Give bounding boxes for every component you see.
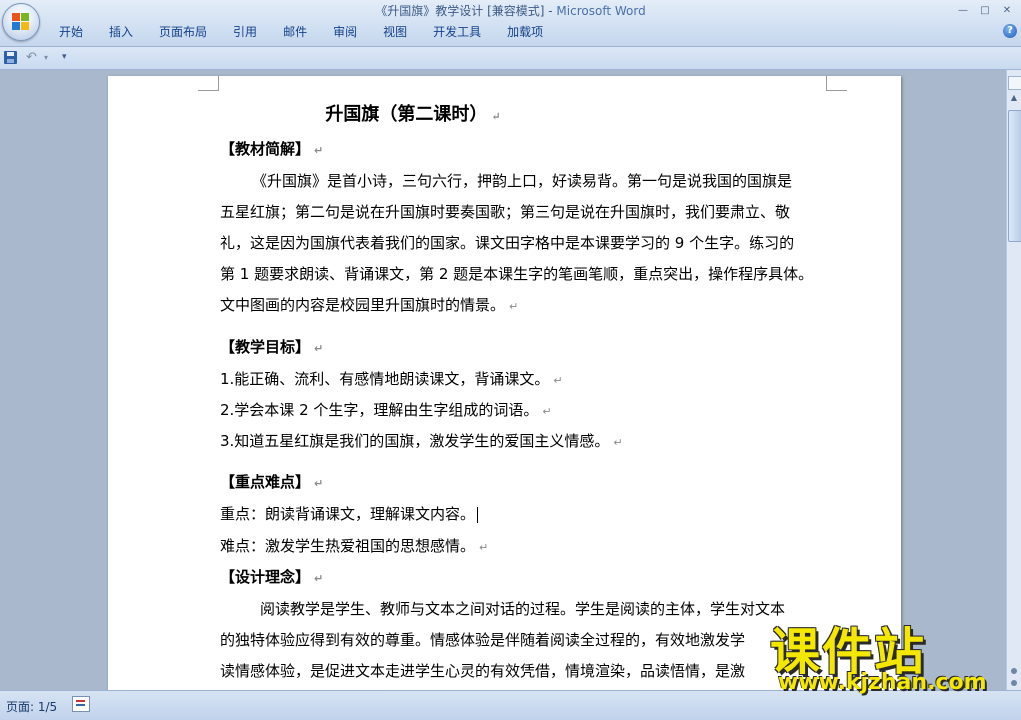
undo-dropdown-icon[interactable]: ▾: [44, 51, 48, 64]
window-controls: — □ ✕: [949, 2, 1015, 17]
difficulty-line: 难点：激发学生热爱祖国的思想感情。 ↵: [220, 537, 489, 555]
window-title: 《升国旗》教学设计 [兼容模式] - Microsoft Word: [0, 2, 1021, 19]
watermark-url: www.kjzhan.com: [778, 670, 987, 695]
scroll-up-arrow-icon[interactable]: ▲: [1008, 92, 1020, 104]
document-name: 《升国旗》教学设计 [兼容模式] -: [375, 4, 557, 18]
margin-corner-mark: [198, 76, 219, 91]
undo-icon[interactable]: ↶: [26, 51, 37, 64]
document-workspace: 升国旗（第二课时） ↵ 【教材简解】 ↵ 《升国旗》是首小诗，三句六行，押韵上口，好…: [0, 70, 1006, 690]
browse-object-icon[interactable]: [1011, 668, 1017, 674]
title-bar: 《升国旗》教学设计 [兼容模式] - Microsoft Word — □ ✕ 开始…: [0, 0, 1021, 47]
ruler-toggle-button[interactable]: [1008, 76, 1021, 90]
tab-insert[interactable]: 插入: [96, 22, 146, 42]
section-heading-goals: 【教学目标】 ↵: [220, 338, 324, 356]
tab-review[interactable]: 审阅: [320, 22, 370, 42]
section-heading-design: 【设计理念】 ↵: [220, 568, 324, 586]
goal-item: 1.能正确、流利、有感情地朗读课文，背诵课文。 ↵: [220, 370, 563, 388]
paragraph-line: 《升国旗》是首小诗，三句六行，押韵上口，好读易背。第一句是说我国的国旗是: [252, 172, 793, 190]
paragraph-line: 第 1 题要求朗读、背诵课文，第 2 题是本课生字的笔画笔顺，重点突出，操作程序…: [220, 265, 814, 283]
text-cursor: [477, 506, 479, 523]
margin-corner-mark: [826, 76, 847, 91]
help-icon[interactable]: ?: [1003, 24, 1017, 38]
paragraph-line: 读情感体验，是促进文本走进学生心灵的有效凭借，情境渲染，品读悟情，是激: [220, 662, 746, 680]
tab-view[interactable]: 视图: [370, 22, 420, 42]
key-point-line: 重点：朗读背诵课文，理解课文内容。: [220, 503, 479, 524]
paragraph-line: 文中图画的内容是校园里升国旗时的情景。 ↵: [220, 296, 519, 314]
paragraph-line: 的独特体验应得到有效的尊重。情感体验是伴随着阅读全过程的，有效地激发学: [220, 631, 746, 649]
customize-toolbar-icon[interactable]: ▾: [62, 51, 67, 64]
tab-references[interactable]: 引用: [220, 22, 270, 42]
section-heading-textbook: 【教材简解】 ↵: [220, 140, 324, 158]
document-page[interactable]: 升国旗（第二课时） ↵ 【教材简解】 ↵ 《升国旗》是首小诗，三句六行，押韵上口，好…: [108, 76, 901, 690]
tab-home[interactable]: 开始: [46, 22, 96, 42]
browse-next-icon[interactable]: [1011, 680, 1017, 686]
scrollbar-thumb[interactable]: [1008, 110, 1021, 242]
save-icon[interactable]: [4, 51, 17, 64]
tab-page-layout[interactable]: 页面布局: [146, 22, 220, 42]
vertical-scrollbar[interactable]: ▲: [1006, 70, 1021, 690]
goal-item: 3.知道五星红旗是我们的国旗，激发学生的爱国主义情感。 ↵: [220, 432, 623, 450]
paragraph-line: 阅读教学是学生、教师与文本之间对话的过程。学生是阅读的主体，学生对文本: [260, 600, 786, 618]
maximize-button[interactable]: □: [977, 5, 993, 17]
document-title: 升国旗（第二课时） ↵: [325, 104, 501, 125]
ribbon-tabs: 开始 插入 页面布局 引用 邮件 审阅 视图 开发工具 加载项: [46, 22, 556, 44]
paragraph-line: 五星红旗；第二句是说在升国旗时要奏国歌；第三句是说在升国旗时，我们要肃立、敬: [220, 203, 791, 221]
paragraph-line: 礼，这是因为国旗代表着我们的国家。课文田字格中是本课要学习的 9 个生字。练习的: [220, 234, 795, 252]
goal-item: 2.学会本课 2 个生字，理解由生字组成的词语。 ↵: [220, 401, 552, 419]
proofing-icon[interactable]: [72, 696, 90, 712]
tab-mailings[interactable]: 邮件: [270, 22, 320, 42]
page-count[interactable]: 页面: 1/5: [6, 698, 57, 715]
app-name: Microsoft Word: [556, 4, 646, 18]
quick-access-toolbar: ↶ ▾ ▾: [0, 47, 1021, 70]
tab-developer[interactable]: 开发工具: [420, 22, 494, 42]
section-heading-key-points: 【重点难点】 ↵: [220, 473, 324, 491]
close-button[interactable]: ✕: [999, 5, 1015, 17]
tab-add-ins[interactable]: 加载项: [494, 22, 556, 42]
minimize-button[interactable]: —: [955, 5, 971, 17]
